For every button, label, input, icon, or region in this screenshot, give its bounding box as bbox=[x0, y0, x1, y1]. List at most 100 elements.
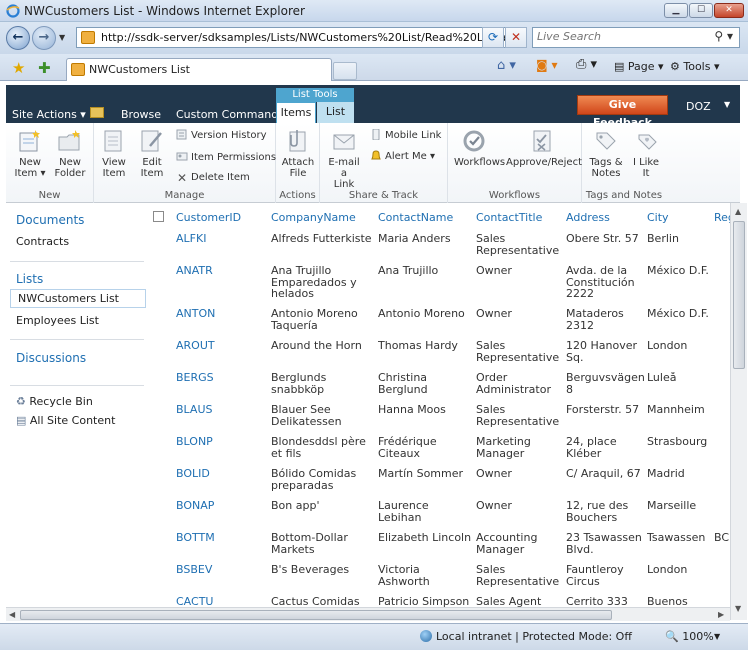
refresh-button[interactable]: ⟳ bbox=[482, 27, 504, 48]
favorites-star-icon[interactable]: ★ bbox=[12, 59, 25, 77]
ql-item-employees[interactable]: Employees List bbox=[16, 314, 99, 327]
new-item-label-2: Item bbox=[14, 168, 38, 179]
cell-customer-id[interactable]: ANATR bbox=[176, 265, 266, 277]
cell-contact-title: Sales Representative bbox=[476, 564, 560, 587]
tab-list[interactable]: List bbox=[317, 102, 354, 123]
cell-customer-id[interactable]: BLONP bbox=[176, 436, 266, 448]
site-actions-menu[interactable]: Site Actions ▾ bbox=[12, 108, 86, 121]
email-link-button[interactable]: E-mail a Link bbox=[324, 129, 364, 190]
workflows-button[interactable]: Workflows bbox=[454, 129, 505, 168]
select-all-checkbox[interactable] bbox=[153, 211, 164, 222]
delete-item-button[interactable]: ✕ Delete Item bbox=[176, 172, 250, 184]
scroll-right-icon[interactable]: ▶ bbox=[718, 610, 724, 619]
zoom-dropdown-icon[interactable]: ▼ bbox=[714, 632, 720, 641]
ql-item-nwcustomers[interactable]: NWCustomers List bbox=[18, 292, 119, 305]
column-header-customerid[interactable]: CustomerID bbox=[176, 211, 241, 224]
group-label-share-track: Share & Track bbox=[348, 190, 419, 201]
cell-contact-name: Elizabeth Lincoln bbox=[378, 532, 472, 544]
new-tab-button[interactable] bbox=[333, 62, 357, 80]
back-button[interactable]: ← bbox=[6, 26, 30, 50]
cell-city: London bbox=[647, 340, 688, 352]
status-bar: Local intranet | Protected Mode: Off 🔍 1… bbox=[0, 623, 748, 650]
alert-me-button[interactable]: Alert Me ▾ bbox=[370, 150, 435, 162]
view-item-button[interactable]: View Item bbox=[94, 129, 134, 179]
column-header-contactname[interactable]: ContactName bbox=[378, 211, 453, 224]
new-folder-button[interactable]: New Folder bbox=[50, 129, 90, 179]
user-menu[interactable]: DOZ bbox=[686, 100, 711, 113]
cell-customer-id[interactable]: BOTTM bbox=[176, 532, 266, 544]
alert-bell-icon bbox=[371, 150, 381, 160]
cell-customer-id[interactable]: AROUT bbox=[176, 340, 266, 352]
cell-city: Madrid bbox=[647, 468, 685, 480]
cell-customer-id[interactable]: BERGS bbox=[176, 372, 266, 384]
column-header-city[interactable]: City bbox=[647, 211, 669, 224]
column-header-companyname[interactable]: CompanyName bbox=[271, 211, 356, 224]
address-input[interactable]: http://ssdk-server/sdksamples/Lists/NWCu… bbox=[101, 31, 526, 44]
ql-item-contracts[interactable]: Contracts bbox=[16, 235, 69, 248]
ribbon-group-tags-notes: Tags & Notes I Like It Tags and Notes bbox=[582, 123, 666, 203]
chevron-down-icon[interactable]: ▼ bbox=[724, 100, 730, 109]
stop-button[interactable]: ✕ bbox=[505, 27, 527, 48]
cell-customer-id[interactable]: ALFKI bbox=[176, 233, 266, 245]
give-feedback-button[interactable]: Give Feedback bbox=[577, 95, 668, 129]
tools-menu-label: Tools bbox=[683, 60, 711, 73]
cell-customer-id[interactable]: CACTU bbox=[176, 596, 266, 607]
cell-customer-id[interactable]: BSBEV bbox=[176, 564, 266, 576]
cell-customer-id[interactable]: ANTON bbox=[176, 308, 266, 320]
column-header-contacttitle[interactable]: ContactTitle bbox=[476, 211, 542, 224]
navigate-up-icon[interactable] bbox=[90, 107, 104, 118]
ql-heading-documents[interactable]: Documents bbox=[16, 213, 84, 227]
edit-item-button[interactable]: Edit Item bbox=[132, 129, 172, 179]
scroll-up-icon[interactable]: ▲ bbox=[735, 207, 741, 216]
view-item-label-2: Item bbox=[102, 168, 126, 179]
window-title: NWCustomers List - Windows Internet Expl… bbox=[24, 4, 305, 18]
i-like-it-button[interactable]: I Like It bbox=[626, 129, 666, 179]
security-zone-text[interactable]: Local intranet | Protected Mode: Off bbox=[436, 630, 632, 643]
vertical-scroll-thumb[interactable] bbox=[733, 221, 745, 369]
tab-browse[interactable]: Browse bbox=[121, 108, 161, 121]
horizontal-scrollbar[interactable]: ◀ ▶ bbox=[6, 607, 730, 621]
cell-company-name: Blondesddsl père et fils bbox=[271, 436, 366, 459]
ql-item-all-site-content[interactable]: ▤ All Site Content bbox=[16, 414, 115, 427]
close-button[interactable]: ✕ bbox=[714, 3, 744, 18]
maximize-button[interactable]: ☐ bbox=[689, 3, 713, 18]
approve-reject-button[interactable]: Approve/Reject bbox=[506, 129, 582, 168]
page-menu[interactable]: ▤ Page ▾ bbox=[614, 60, 664, 73]
ql-item-recycle-bin[interactable]: ♻ Recycle Bin bbox=[16, 395, 93, 408]
cell-company-name: Alfreds Futterkiste bbox=[271, 233, 372, 245]
ql-heading-lists[interactable]: Lists bbox=[16, 272, 43, 286]
zoom-level[interactable]: 🔍 100% bbox=[665, 630, 714, 643]
item-permissions-button[interactable]: Item Permissions bbox=[176, 151, 276, 163]
new-item-button[interactable]: New Item ▾ bbox=[10, 129, 50, 179]
scroll-left-icon[interactable]: ◀ bbox=[9, 610, 15, 619]
version-history-button[interactable]: Version History bbox=[176, 129, 267, 141]
cell-customer-id[interactable]: BONAP bbox=[176, 500, 266, 512]
minimize-button[interactable]: ▁ bbox=[664, 3, 688, 18]
mobile-link-button[interactable]: Mobile Link bbox=[370, 129, 441, 141]
attach-file-button[interactable]: Attach File bbox=[278, 129, 318, 179]
cell-customer-id[interactable]: BLAUS bbox=[176, 404, 266, 416]
print-icon[interactable]: ⎙ ▾ bbox=[576, 57, 597, 72]
column-header-address[interactable]: Address bbox=[566, 211, 610, 224]
cell-address: Avda. de la Constitución 2222 bbox=[566, 265, 635, 300]
tab-custom-commands[interactable]: Custom Commands bbox=[176, 108, 284, 121]
tab-items[interactable]: Items bbox=[276, 102, 316, 123]
forward-button[interactable]: → bbox=[32, 26, 56, 50]
vertical-scrollbar[interactable]: ▲ ▼ bbox=[730, 203, 747, 620]
home-icon[interactable]: ⌂ ▾ bbox=[497, 58, 516, 73]
feeds-icon[interactable]: ◙ ▾ bbox=[536, 58, 557, 72]
ql-heading-discussions[interactable]: Discussions bbox=[16, 351, 86, 365]
recent-pages-dropdown-icon[interactable]: ▼ bbox=[59, 33, 65, 42]
search-input[interactable] bbox=[537, 30, 697, 43]
horizontal-scroll-thumb[interactable] bbox=[20, 610, 612, 620]
scroll-down-icon[interactable]: ▼ bbox=[735, 604, 741, 613]
address-bar[interactable]: http://ssdk-server/sdksamples/Lists/NWCu… bbox=[76, 27, 526, 48]
cell-company-name: Bon app' bbox=[271, 500, 320, 512]
cell-customer-id[interactable]: BOLID bbox=[176, 468, 266, 480]
search-icon[interactable]: ⚲ ▾ bbox=[714, 29, 733, 43]
tools-menu[interactable]: ⚙ Tools ▾ bbox=[670, 60, 720, 73]
tags-notes-button[interactable]: Tags & Notes bbox=[586, 129, 626, 179]
add-favorite-icon[interactable]: ✚ bbox=[38, 59, 51, 77]
browser-tab-active[interactable]: NWCustomers List bbox=[66, 58, 332, 81]
search-box[interactable]: ⚲ ▾ bbox=[532, 27, 740, 48]
